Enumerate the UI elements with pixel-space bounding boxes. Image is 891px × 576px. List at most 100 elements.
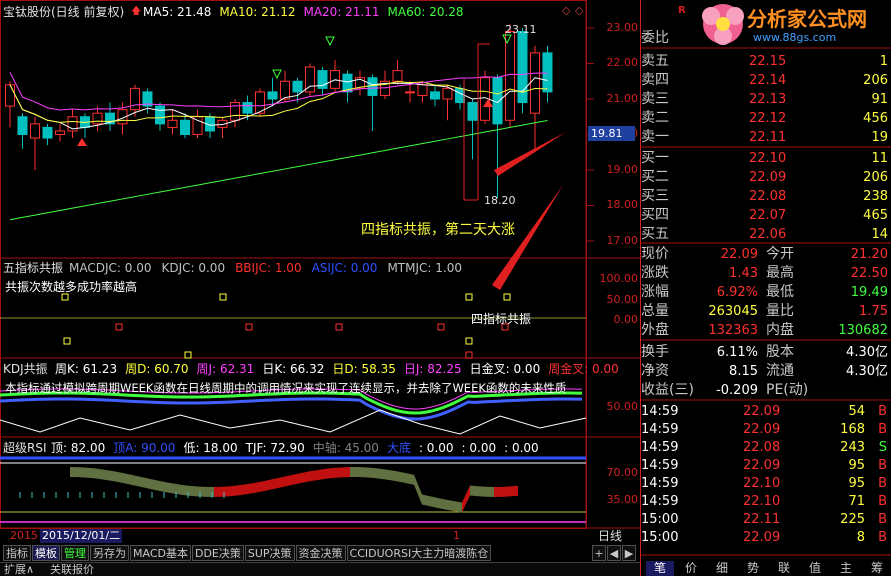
candle-body — [5, 84, 15, 107]
panel3-legend-item: 周K: 61.23 — [55, 362, 118, 376]
rsi-ribbon-segment — [470, 485, 478, 497]
tab-3[interactable]: 另存为 — [90, 545, 129, 561]
sell-label: 卖三 — [641, 91, 669, 107]
annotation-main: 四指标共振，第二天大涨 — [361, 222, 515, 238]
rsi-ribbon-segment — [126, 473, 134, 486]
diamond-icon-2[interactable]: ◇ — [575, 4, 583, 18]
sell-row[interactable]: 卖四 22.14 206 — [641, 71, 891, 90]
right-tab-4[interactable]: 联 — [770, 561, 798, 576]
rsi-ribbon-segment — [422, 494, 430, 507]
tab-2[interactable]: 管理 — [61, 545, 89, 561]
price-axis-label: 23.00 — [606, 21, 639, 34]
diamond-icon[interactable]: ◇ — [562, 4, 570, 18]
tick-price: 22.10 — [743, 476, 781, 491]
rsi-ribbon-segment — [310, 469, 318, 482]
tab-0[interactable]: 指标 — [3, 545, 31, 561]
right-tab-7[interactable]: 筹 — [863, 561, 891, 576]
buy-row[interactable]: 买四 22.07 465 — [641, 206, 891, 225]
panel4-axis-label: 35.00 — [606, 493, 639, 506]
tick-side: B — [878, 422, 887, 437]
rsi-ribbon-segment — [294, 472, 302, 485]
rsi-ribbon-segment — [102, 469, 110, 481]
quote-row: 现价 22.09 今开 21.20 — [641, 245, 891, 264]
expand-button[interactable]: 扩展∧ — [4, 563, 34, 576]
sell-row[interactable]: 卖五 22.15 1 — [641, 52, 891, 71]
tab-7[interactable]: 资金决策 — [295, 545, 346, 561]
panel4-legend-item: 低: 18.00 — [183, 441, 238, 455]
tab-6[interactable]: SUP决策 — [244, 545, 295, 561]
tab-1[interactable]: 模板 — [32, 545, 60, 561]
candle-body — [367, 77, 378, 96]
related-quotes-button[interactable]: 关联报价 — [50, 563, 94, 576]
sell-price: 22.11 — [749, 130, 787, 145]
panel3-legend-item: 日K: 66.32 — [262, 362, 325, 376]
buy-row[interactable]: 买一 22.10 11 — [641, 149, 891, 168]
panel4-legend-item: 中轴: 45.00 — [312, 441, 379, 455]
low-price-marker: 18.20 — [484, 194, 516, 207]
buy-label: 买一 — [641, 150, 669, 166]
tick-row: 14:59 22.10 95 B — [641, 475, 891, 493]
stats-label: 净资 — [641, 363, 669, 379]
kdj-blue-band — [0, 397, 583, 421]
panel3-title: KDJ共振 — [3, 362, 48, 376]
tick-volume: 71 — [848, 494, 865, 509]
stats-value-2: 4.30亿 — [846, 364, 888, 379]
tab-4[interactable]: MACD基本 — [130, 545, 191, 561]
tick-side: B — [878, 530, 887, 545]
buy-volume: 11 — [871, 151, 888, 166]
tick-time: 14:59 — [641, 458, 679, 473]
candle-body — [180, 119, 190, 136]
tick-time: 14:59 — [641, 440, 679, 455]
rsi-ribbon-segment — [230, 485, 238, 497]
sell-row[interactable]: 卖二 22.12 456 — [641, 109, 891, 128]
tab-add-icon[interactable]: + — [592, 545, 606, 561]
kdj-green-band — [0, 391, 583, 415]
sell-price: 22.12 — [749, 111, 787, 126]
rsi-ribbon-segment — [286, 474, 294, 487]
rsi-ribbon-segment — [494, 486, 502, 497]
tab-prev-icon[interactable]: ◀ — [607, 545, 621, 561]
buy-label: 买二 — [641, 169, 669, 185]
right-tab-2[interactable]: 细 — [708, 561, 736, 576]
rsi-ribbon-segment — [174, 483, 182, 495]
period-label[interactable]: 日线 — [598, 529, 622, 543]
candle-body — [130, 87, 140, 111]
rsi-ribbon-segment — [414, 474, 422, 505]
sell-row[interactable]: 卖三 22.13 91 — [641, 90, 891, 109]
rsi-ribbon-segment — [150, 478, 158, 491]
tab-8[interactable]: CCIDUORSI大主力暗渡陈仓 — [346, 545, 492, 561]
rsi-ribbon-segment — [502, 486, 510, 497]
buy-row[interactable]: 买二 22.09 206 — [641, 168, 891, 187]
buy-price: 22.08 — [749, 189, 787, 204]
tab-next-icon[interactable]: ▶ — [622, 545, 636, 561]
stats-value: 6.11% — [716, 345, 758, 360]
rsi-ribbon-segment — [118, 472, 126, 484]
logo-title: 分析家公式网 — [747, 7, 867, 31]
right-tab-6[interactable]: 主 — [832, 561, 860, 576]
rsi-ribbon-segment — [158, 480, 166, 493]
panel4-legend-item: TJF: 72.90 — [245, 441, 305, 455]
tick-volume: 95 — [848, 476, 865, 491]
quote-label: 总量 — [641, 303, 669, 319]
price-axis-label: 22.00 — [606, 56, 639, 69]
right-tab-0[interactable]: 笔 — [646, 561, 674, 576]
stats-value: -0.209 — [716, 383, 758, 398]
date-strip: 2015 2015/12/01/二 1 — [0, 529, 600, 543]
candle-body — [542, 52, 553, 93]
right-tab-5[interactable]: 值 — [801, 561, 829, 576]
candle-body — [242, 102, 253, 114]
right-tab-3[interactable]: 势 — [739, 561, 767, 576]
buy-row[interactable]: 买三 22.08 238 — [641, 187, 891, 206]
signal-square — [465, 337, 473, 345]
tick-row: 14:59 22.09 54 B — [641, 403, 891, 421]
tab-5[interactable]: DDE决策 — [191, 545, 244, 561]
sell-row[interactable]: 卖一 22.11 19 — [641, 128, 891, 147]
buy-volume: 465 — [863, 208, 888, 223]
signal-square — [115, 323, 123, 331]
rsi-ribbon-segment — [214, 486, 222, 497]
buy-volume: 206 — [863, 170, 888, 185]
signal-square — [219, 293, 227, 301]
buy-row[interactable]: 买五 22.06 14 — [641, 225, 891, 244]
right-tab-1[interactable]: 价 — [677, 561, 705, 576]
rsi-ribbon-segment — [78, 467, 86, 478]
